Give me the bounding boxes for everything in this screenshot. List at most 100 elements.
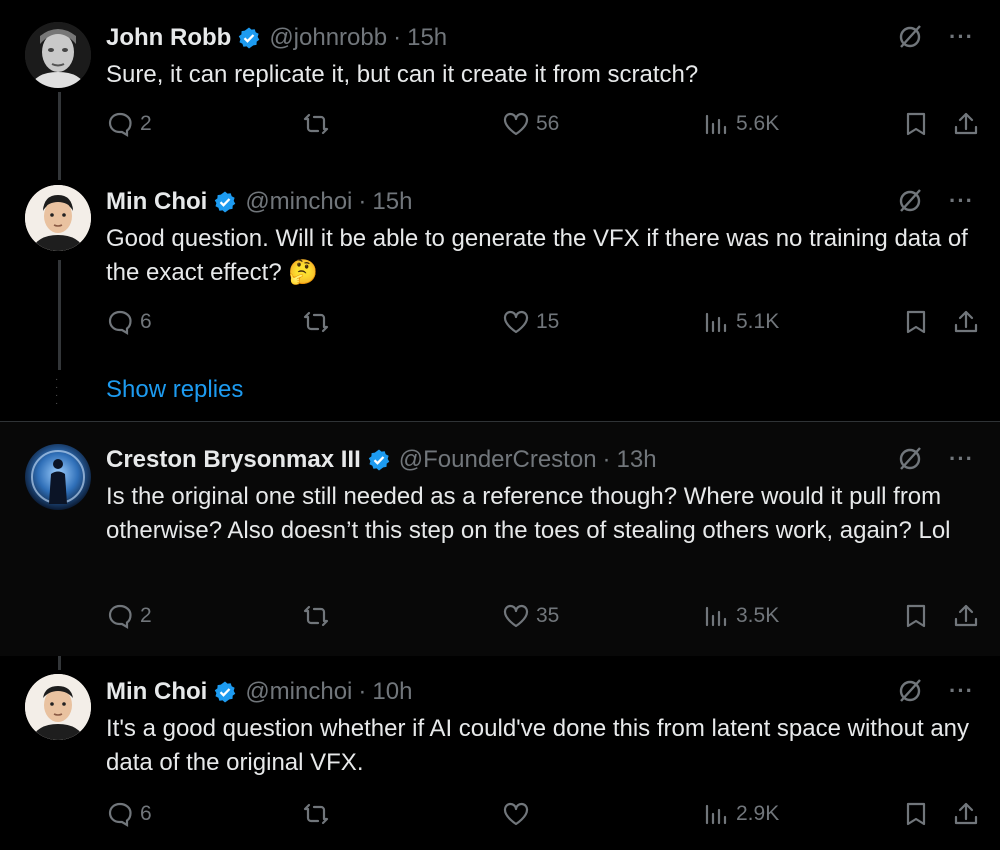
share-icon [954,112,978,135]
share-button[interactable] [952,110,980,138]
retweet-button[interactable] [302,602,336,630]
reply-icon [108,310,132,335]
reply-icon [108,112,132,137]
bookmark-icon [906,802,926,826]
reply-count: 6 [140,802,152,825]
views-count: 5.6K [736,112,780,135]
author-handle[interactable]: @minchoi [245,188,352,216]
tweet-text: Sure, it can replicate it, but can it cr… [106,61,699,88]
bookmark-button[interactable] [902,800,930,828]
more-icon[interactable]: ··· [949,678,974,704]
timestamp[interactable]: 15h [407,24,447,52]
tweet-john-robb[interactable]: John Robb @johnrobb · 15h ··· Sure, it c… [0,0,1000,180]
tweet-min-choi-1[interactable]: Min Choi @minchoi · 15h ··· Good questio… [0,180,1000,422]
retweet-icon [303,605,329,627]
views-count: 5.1K [736,310,780,333]
share-button[interactable] [952,602,980,630]
views-icon [705,114,727,135]
tweet-text: Is the original one still needed as a re… [106,483,951,544]
reply-count: 2 [140,604,152,627]
retweet-button[interactable] [302,308,336,336]
verified-badge-icon[interactable] [237,26,261,50]
timestamp[interactable]: 13h [617,446,657,474]
more-icon[interactable]: ··· [949,24,974,50]
like-button[interactable]: 35 [502,602,559,630]
views-button[interactable]: 5.6K [702,110,779,138]
separator-dot: · [602,446,611,473]
like-icon [503,802,529,826]
avatar[interactable] [25,22,91,88]
bookmark-button[interactable] [902,110,930,138]
share-button[interactable] [952,800,980,828]
thread-line [58,260,61,370]
tweet-text: Good question. Will it be able to genera… [106,225,968,286]
views-button[interactable]: 2.9K [702,800,779,828]
views-icon [705,606,727,627]
views-count: 2.9K [736,802,780,825]
avatar[interactable] [25,185,91,251]
author-name[interactable]: John Robb [106,24,231,52]
reply-count: 2 [140,112,152,135]
retweet-button[interactable] [302,800,336,828]
share-button[interactable] [952,308,980,336]
reply-icon [108,802,132,827]
reply-count: 6 [140,310,152,333]
grok-icon[interactable] [895,186,925,216]
author-name[interactable]: Creston Brysonmax III [106,446,361,474]
like-icon [503,112,529,136]
timestamp[interactable]: 10h [372,678,412,706]
views-button[interactable]: 3.5K [702,602,779,630]
reply-button[interactable]: 2 [106,110,152,138]
reply-icon [108,604,132,629]
like-button[interactable]: 15 [502,308,559,336]
thread-line [58,92,61,180]
reply-button[interactable]: 6 [106,800,152,828]
avatar[interactable] [25,444,91,510]
tweet-text: It's a good question whether if AI could… [106,715,970,776]
retweet-icon [303,803,329,825]
views-button[interactable]: 5.1K [702,308,779,336]
bookmark-icon [906,112,926,136]
tweet-creston[interactable]: Creston Brysonmax III @FounderCreston · … [0,422,1000,656]
author-handle[interactable]: @johnrobb [269,24,387,52]
retweet-icon [303,311,329,333]
share-icon [954,604,978,627]
like-icon [503,310,529,334]
like-count: 15 [536,310,560,333]
retweet-icon [303,113,329,135]
show-replies-link[interactable]: Show replies [106,376,243,404]
avatar[interactable] [25,674,91,740]
bookmark-button[interactable] [902,602,930,630]
verified-badge-icon[interactable] [367,448,391,472]
separator-dot: · [358,678,367,705]
bookmark-icon [906,310,926,334]
share-icon [954,802,978,825]
separator-dot: · [358,188,367,215]
more-icon[interactable]: ··· [949,188,974,214]
bookmark-button[interactable] [902,308,930,336]
like-icon [503,604,529,628]
author-name[interactable]: Min Choi [106,678,207,706]
author-handle[interactable]: @FounderCreston [399,446,597,474]
views-icon [705,312,727,333]
author-handle[interactable]: @minchoi [245,678,352,706]
like-button[interactable] [502,800,536,828]
grok-icon[interactable] [895,676,925,706]
author-name[interactable]: Min Choi [106,188,207,216]
like-button[interactable]: 56 [502,110,559,138]
views-count: 3.5K [736,604,780,627]
retweet-button[interactable] [302,110,336,138]
like-count: 35 [536,604,560,627]
separator-dot: · [393,24,402,51]
tweet-min-choi-2[interactable]: Min Choi @minchoi · 10h ··· It's a good … [0,656,1000,850]
more-icon[interactable]: ··· [949,446,974,472]
views-icon [705,804,727,825]
timestamp[interactable]: 15h [372,188,412,216]
grok-icon[interactable] [895,22,925,52]
verified-badge-icon[interactable] [213,190,237,214]
verified-badge-icon[interactable] [213,680,237,704]
reply-button[interactable]: 2 [106,602,152,630]
grok-icon[interactable] [895,444,925,474]
thread-line [58,656,61,670]
reply-button[interactable]: 6 [106,308,152,336]
